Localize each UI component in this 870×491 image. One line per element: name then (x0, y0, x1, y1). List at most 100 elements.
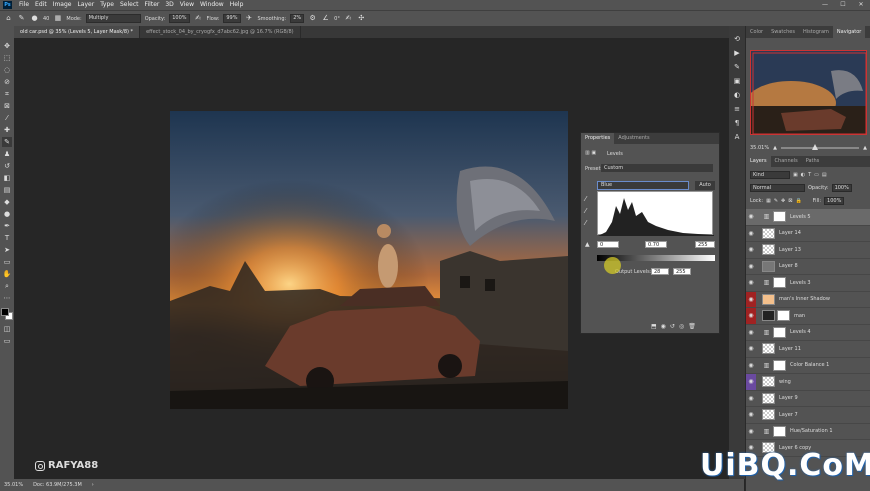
angle-icon[interactable]: ∠ (321, 14, 330, 23)
healing-tool-icon[interactable]: ✚ (2, 125, 12, 135)
output-black-field[interactable]: 28 (651, 268, 669, 275)
input-black-field[interactable]: 0 (597, 241, 619, 248)
layer-mask-thumbnail[interactable] (777, 310, 790, 322)
menu-filter[interactable]: Filter (142, 0, 163, 10)
layer-mask-thumbnail[interactable] (773, 425, 786, 437)
crop-tool-icon[interactable]: ⌗ (2, 89, 12, 99)
screen-mode-icon[interactable]: ▭ (2, 336, 12, 346)
layer-row[interactable]: ◉ Layer 13 (746, 242, 870, 259)
visibility-eye-icon[interactable]: ◉ (746, 362, 756, 369)
symmetry-icon[interactable]: ✣ (357, 14, 366, 23)
menu-help[interactable]: Help (227, 0, 247, 10)
zoom-out-icon[interactable]: ▲ (773, 145, 777, 151)
marquee-tool-icon[interactable]: ⬚ (2, 53, 12, 63)
lock-move-icon[interactable]: ✥ (781, 198, 785, 204)
visibility-eye-icon[interactable]: ◉ (746, 291, 756, 307)
minimize-icon[interactable]: — (816, 0, 834, 10)
input-gamma-field[interactable]: 0.70 (645, 241, 667, 248)
menu-edit[interactable]: Edit (32, 0, 50, 10)
eyedropper-tool-icon[interactable]: ⁄ (2, 113, 12, 123)
filter-shape-icon[interactable]: ▭ (814, 172, 819, 178)
visibility-eye-icon[interactable]: ◉ (746, 279, 756, 286)
visibility-eye-icon[interactable]: ◉ (746, 213, 756, 220)
tab-navigator[interactable]: Navigator (832, 26, 866, 38)
smoothing-settings-icon[interactable]: ⚙ (308, 14, 317, 23)
layer-opacity-field[interactable]: 100% (831, 184, 852, 192)
menu-window[interactable]: Window (197, 0, 227, 10)
artwork-image[interactable] (170, 111, 568, 409)
gray-point-eyedropper-icon[interactable]: ⁄ (585, 207, 586, 215)
layer-row[interactable]: ◉ man (746, 308, 870, 325)
layer-row[interactable]: ◉ Layer 11 (746, 341, 870, 358)
document-tab-1[interactable]: effect_stock_04_by_cryogfx_d7abc62.jpg @… (140, 26, 301, 38)
path-select-tool-icon[interactable]: ➤ (2, 245, 12, 255)
brush-preset-icon[interactable]: ● (30, 14, 39, 23)
zoom-tool-icon[interactable]: ⌕ (2, 281, 12, 291)
layer-row[interactable]: ◉ man's Inner Shadow (746, 291, 870, 308)
navigator-zoom-value[interactable]: 35.01% (750, 145, 769, 151)
zoom-in-icon[interactable]: ▲ (863, 145, 867, 151)
visibility-icon[interactable]: ◎ (679, 323, 684, 330)
tab-color[interactable]: Color (746, 26, 767, 38)
glyphs-icon[interactable]: A (732, 132, 742, 142)
gradient-tool-icon[interactable]: ▤ (2, 185, 12, 195)
visibility-eye-icon[interactable]: ◉ (746, 374, 756, 390)
lasso-tool-icon[interactable]: ◌ (2, 65, 12, 75)
layer-row[interactable]: ◉ Layer 9 (746, 391, 870, 407)
layer-row[interactable]: ◉ ▥ Levels 5 (746, 209, 870, 226)
menu-select[interactable]: Select (117, 0, 142, 10)
layer-thumbnail[interactable] (762, 409, 775, 421)
frame-tool-icon[interactable]: ⊠ (2, 101, 12, 111)
tab-layers[interactable]: Layers (746, 156, 771, 167)
tab-properties[interactable]: Properties (581, 133, 615, 144)
actions-icon[interactable]: ▶ (732, 48, 742, 58)
menu-layer[interactable]: Layer (74, 0, 97, 10)
stamp-tool-icon[interactable]: ♟ (2, 149, 12, 159)
history-brush-icon[interactable]: ↺ (2, 161, 12, 171)
airbrush-icon[interactable]: ✈ (245, 14, 254, 23)
more-tools-icon[interactable]: ⋯ (2, 293, 12, 303)
output-white-field[interactable]: 255 (673, 268, 691, 275)
opacity-field[interactable]: 100% (169, 14, 190, 23)
menu-type[interactable]: Type (97, 0, 117, 10)
clip-to-layer-icon[interactable]: ⬒ (651, 323, 657, 330)
visibility-eye-icon[interactable]: ◉ (746, 428, 756, 435)
brushes-icon[interactable]: ✎ (732, 62, 742, 72)
visibility-eye-icon[interactable]: ◉ (746, 230, 756, 237)
layer-mask-thumbnail[interactable] (773, 359, 786, 371)
layer-row[interactable]: ◉ wing (746, 374, 870, 391)
quick-mask-icon[interactable]: ◫ (2, 324, 12, 334)
filter-pixel-icon[interactable]: ▣ (793, 172, 798, 178)
adjustments-icon[interactable]: ◐ (732, 90, 742, 100)
status-arrow-icon[interactable]: › (92, 482, 94, 488)
menu-image[interactable]: Image (50, 0, 75, 10)
filter-type-icon[interactable]: T (808, 172, 811, 178)
visibility-eye-icon[interactable]: ◉ (746, 411, 756, 418)
layer-mask-thumbnail[interactable] (773, 326, 786, 338)
layer-thumbnail[interactable] (762, 310, 775, 322)
shape-tool-icon[interactable]: ▭ (2, 257, 12, 267)
tab-histogram[interactable]: Histogram (799, 26, 833, 38)
paragraph-icon[interactable]: ¶ (732, 118, 742, 128)
brush-settings-icon[interactable]: ▦ (53, 14, 62, 23)
layer-row[interactable]: ◉ ▥ Hue/Saturation 1 (746, 424, 870, 440)
lock-all-icon[interactable]: 🔒 (795, 198, 801, 204)
filter-kind-select[interactable]: Kind (750, 171, 790, 179)
visibility-eye-icon[interactable]: ◉ (746, 329, 756, 336)
dodge-tool-icon[interactable]: ● (2, 209, 12, 219)
smoothing-field[interactable]: 2% (290, 14, 305, 23)
blur-tool-icon[interactable]: ◆ (2, 197, 12, 207)
layer-thumbnail[interactable] (762, 343, 775, 355)
layer-mask-thumbnail[interactable] (773, 277, 786, 289)
brush-tool-icon[interactable]: ✎ (2, 137, 12, 147)
visibility-eye-icon[interactable]: ◉ (746, 308, 756, 324)
color-swatches[interactable] (1, 308, 13, 320)
navigator-thumbnail[interactable] (750, 50, 867, 135)
properties-icon[interactable]: ≡ (732, 104, 742, 114)
auto-button[interactable]: Auto (695, 181, 715, 190)
black-point-eyedropper-icon[interactable]: ⁄ (585, 195, 586, 203)
angle-value[interactable]: 0° (334, 16, 340, 22)
filter-adjustment-icon[interactable]: ◐ (801, 172, 805, 178)
fill-field[interactable]: 100% (824, 197, 845, 205)
libraries-icon[interactable]: ▣ (732, 76, 742, 86)
